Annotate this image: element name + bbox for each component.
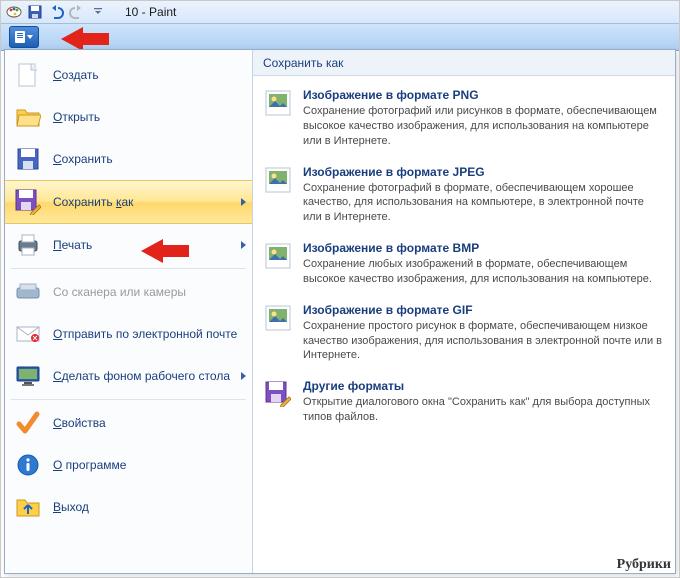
menu-item-save[interactable]: Сохранить (5, 138, 252, 180)
printer-icon (15, 232, 41, 258)
save-as-format-list: Изображение в формате PNG Сохранение фото… (253, 76, 675, 573)
menu-item-label: Отправить по электронной почте (53, 327, 242, 341)
menu-separator (11, 399, 246, 400)
format-option-bmp[interactable]: Изображение в формате BMP Сохранение любы… (253, 235, 675, 297)
format-option-other[interactable]: Другие форматы Открытие диалогового окна … (253, 373, 675, 435)
format-title: Изображение в формате GIF (303, 303, 665, 317)
desktop-icon (15, 363, 41, 389)
format-desc: Сохранение любых изображений в формате, … (303, 257, 665, 287)
save-as-panel-title: Сохранить как (253, 50, 675, 76)
qat-customize-icon[interactable] (89, 3, 107, 21)
menu-item-label: Создать (53, 68, 242, 82)
submenu-arrow-icon (241, 198, 246, 206)
ribbon-bar (1, 24, 679, 51)
format-title: Изображение в формате JPEG (303, 165, 665, 179)
scanner-icon (15, 279, 41, 305)
save-as-panel: Сохранить как Изображение в формате PNG С… (253, 50, 675, 573)
file-menu-button[interactable] (9, 26, 39, 48)
file-menu: Создать Открыть Сохранить Сохранить как Печа… (4, 49, 676, 574)
format-title: Другие форматы (303, 379, 665, 393)
folder-up-icon (15, 494, 41, 520)
menu-item-label: Сохранить (53, 152, 242, 166)
file-menu-items: Создать Открыть Сохранить Сохранить как Печа… (5, 50, 253, 573)
disk-pencil-icon (15, 189, 41, 215)
menu-item-label: Со сканера или камеры (53, 285, 242, 299)
menu-item-new[interactable]: Создать (5, 54, 252, 96)
menu-item-label: Сделать фоном рабочего стола (53, 369, 242, 383)
disk-icon (15, 146, 41, 172)
menu-item-label: Свойства (53, 416, 242, 430)
qat-redo-icon (68, 3, 86, 21)
format-desc: Сохранение фотографий в формате, обеспеч… (303, 181, 665, 226)
menu-item-saveas[interactable]: Сохранить как (5, 180, 252, 224)
footer-label: Рубрики (617, 557, 671, 573)
title-bar: 10 - Paint (1, 1, 679, 24)
qat-save-icon[interactable] (26, 3, 44, 21)
menu-item-print[interactable]: Печать (5, 224, 252, 266)
chevron-down-icon (27, 35, 33, 39)
mail-icon (15, 321, 41, 347)
quick-access-toolbar (5, 3, 107, 21)
format-desc: Открытие диалогового окна "Сохранить как… (303, 395, 665, 425)
menu-item-props[interactable]: Свойства (5, 402, 252, 444)
check-icon (15, 410, 41, 436)
format-title: Изображение в формате BMP (303, 241, 665, 255)
menu-item-exit[interactable]: Выход (5, 486, 252, 528)
menu-item-wall[interactable]: Сделать фоном рабочего стола (5, 355, 252, 397)
format-jpeg-icon (263, 165, 293, 195)
qat-app-icon[interactable] (5, 3, 23, 21)
format-desc: Сохранение фотографий или рисунков в фор… (303, 104, 665, 149)
format-gif-icon (263, 303, 293, 333)
menu-item-label: Открыть (53, 110, 242, 124)
qat-undo-icon[interactable] (47, 3, 65, 21)
document-icon (15, 31, 25, 43)
menu-item-label: Выход (53, 500, 242, 514)
format-other-icon (263, 379, 293, 409)
info-icon (15, 452, 41, 478)
menu-item-label: О программе (53, 458, 242, 472)
format-option-jpeg[interactable]: Изображение в формате JPEG Сохранение фот… (253, 159, 675, 236)
format-option-png[interactable]: Изображение в формате PNG Сохранение фото… (253, 82, 675, 159)
menu-item-label: Сохранить как (53, 195, 242, 209)
format-bmp-icon (263, 241, 293, 271)
format-title: Изображение в формате PNG (303, 88, 665, 102)
menu-item-send[interactable]: Отправить по электронной почте (5, 313, 252, 355)
folder-open-icon (15, 104, 41, 130)
format-desc: Сохранение простого рисунок в формате, о… (303, 319, 665, 364)
menu-item-label: Печать (53, 238, 242, 252)
submenu-arrow-icon (241, 241, 246, 249)
format-option-gif[interactable]: Изображение в формате GIF Сохранение прос… (253, 297, 675, 374)
menu-item-scan: Со сканера или камеры (5, 271, 252, 313)
menu-item-about[interactable]: О программе (5, 444, 252, 486)
format-png-icon (263, 88, 293, 118)
menu-item-open[interactable]: Открыть (5, 96, 252, 138)
new-doc-icon (15, 62, 41, 88)
window-title: 10 - Paint (125, 5, 176, 19)
submenu-arrow-icon (241, 372, 246, 380)
menu-separator (11, 268, 246, 269)
